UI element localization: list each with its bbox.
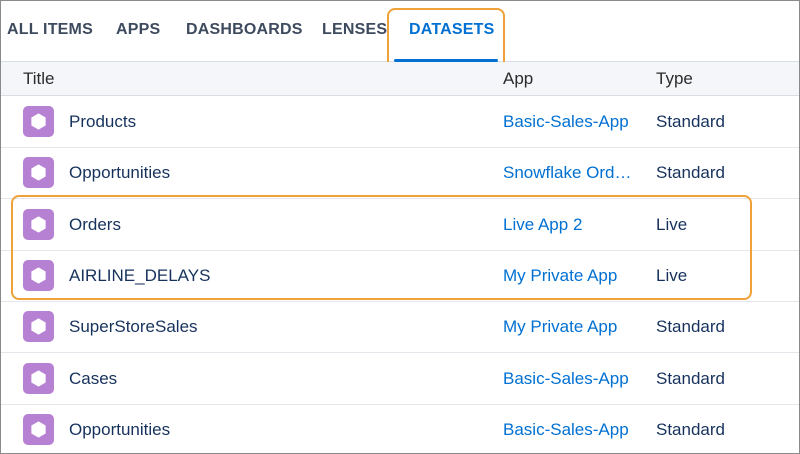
dataset-type: Standard xyxy=(656,112,725,131)
tab-datasets[interactable]: DATASETS xyxy=(409,21,494,39)
dataset-app-link[interactable]: My Private App xyxy=(503,266,617,286)
dataset-type: Live xyxy=(656,265,688,285)
dataset-title[interactable]: SuperStoreSales xyxy=(69,317,198,337)
table-row[interactable]: Opportunities Snowflake Ord… Standard xyxy=(1,148,799,200)
dataset-app-link[interactable]: Snowflake Ord… xyxy=(503,163,632,183)
dataset-title[interactable]: AIRLINE_DELAYS xyxy=(69,266,210,286)
dataset-icon xyxy=(23,259,54,291)
dataset-icon xyxy=(23,362,54,394)
dataset-app-link[interactable]: Live App 2 xyxy=(503,215,582,235)
hexagon-shape xyxy=(31,421,46,438)
table-row[interactable]: Cases Basic-Sales-App Standard xyxy=(1,354,799,405)
dataset-icon xyxy=(23,208,54,240)
table-row[interactable]: SuperStoreSales My Private App Standard xyxy=(1,302,799,354)
dataset-app-link[interactable]: My Private App xyxy=(503,317,617,337)
dataset-app-link[interactable]: Basic-Sales-App xyxy=(503,112,629,132)
table-row[interactable]: AIRLINE_DELAYS My Private App Live xyxy=(1,251,799,302)
column-header-type[interactable]: Type xyxy=(656,69,693,89)
dataset-icon xyxy=(23,106,54,137)
table-row[interactable]: Products Basic-Sales-App Standard xyxy=(1,97,799,148)
column-header-app[interactable]: App xyxy=(503,69,533,89)
table-row[interactable]: Orders Live App 2 Live xyxy=(1,200,799,251)
dataset-app-link[interactable]: Basic-Sales-App xyxy=(503,369,629,389)
table-row[interactable]: Opportunities Basic-Sales-App Standard xyxy=(1,405,799,453)
dataset-type: Standard xyxy=(656,163,725,183)
analytics-browser: ALL ITEMS APPS DASHBOARDS LENSES DATASET… xyxy=(0,0,800,454)
hexagon-shape xyxy=(31,216,46,233)
tab-apps[interactable]: APPS xyxy=(116,21,160,39)
dataset-type: Standard xyxy=(656,419,725,439)
dataset-icon xyxy=(23,413,54,445)
dataset-title[interactable]: Opportunities xyxy=(69,420,170,440)
hexagon-shape xyxy=(31,164,46,181)
dataset-title[interactable]: Products xyxy=(69,112,136,132)
column-header-title[interactable]: Title xyxy=(23,69,55,89)
dataset-type: Standard xyxy=(656,368,725,388)
dataset-title[interactable]: Orders xyxy=(69,215,121,235)
hexagon-shape xyxy=(31,267,46,284)
dataset-app-link[interactable]: Basic-Sales-App xyxy=(503,420,629,440)
tab-all-items[interactable]: ALL ITEMS xyxy=(7,21,93,39)
dataset-type: Standard xyxy=(656,317,725,337)
dataset-icon xyxy=(23,157,54,189)
tab-lenses[interactable]: LENSES xyxy=(322,21,387,39)
hexagon-shape xyxy=(31,318,46,335)
hexagon-shape xyxy=(31,113,46,130)
tab-dashboards[interactable]: DASHBOARDS xyxy=(186,21,303,39)
dataset-icon xyxy=(23,311,54,343)
dataset-title[interactable]: Cases xyxy=(69,369,117,389)
hexagon-shape xyxy=(31,369,46,387)
table-header: Title App Type xyxy=(1,62,799,96)
dataset-type: Live xyxy=(656,214,688,234)
dataset-title[interactable]: Opportunities xyxy=(69,163,170,183)
tab-bar: ALL ITEMS APPS DASHBOARDS LENSES DATASET… xyxy=(1,1,799,62)
